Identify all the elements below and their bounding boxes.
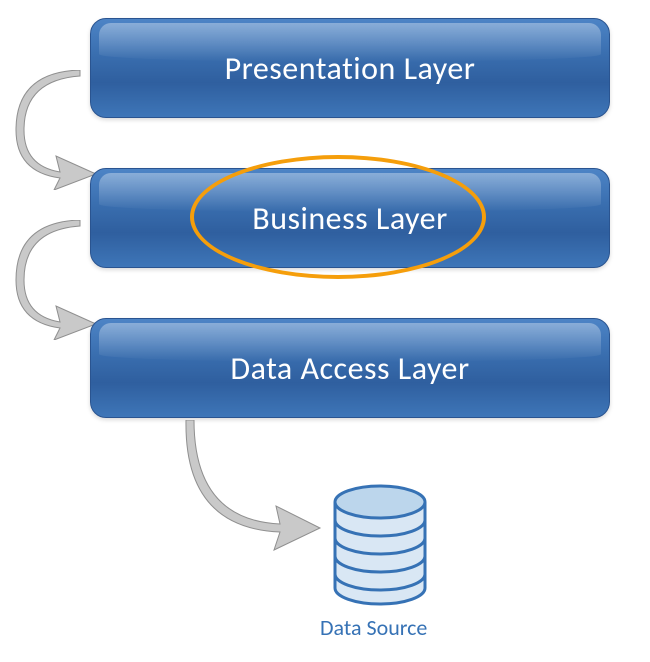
arrow-business-to-dataaccess bbox=[10, 220, 100, 340]
arrow-presentation-to-business bbox=[10, 70, 100, 190]
data-source-label: Data Source bbox=[320, 614, 427, 641]
presentation-layer-box: Presentation Layer bbox=[90, 18, 610, 118]
curved-arrow-icon bbox=[10, 220, 100, 340]
database-icon bbox=[325, 480, 435, 610]
presentation-layer-label: Presentation Layer bbox=[225, 49, 476, 88]
business-layer-label: Business Layer bbox=[252, 199, 447, 238]
arrow-dataaccess-to-datasource bbox=[170, 420, 330, 570]
architecture-diagram: Presentation Layer Business Layer Data A… bbox=[0, 0, 650, 662]
curved-arrow-icon bbox=[10, 70, 100, 190]
data-access-layer-label: Data Access Layer bbox=[230, 349, 469, 388]
data-access-layer-box: Data Access Layer bbox=[90, 318, 610, 418]
database-cylinder bbox=[325, 480, 435, 610]
business-layer-box: Business Layer bbox=[90, 168, 610, 268]
down-right-arrow-icon bbox=[170, 420, 330, 570]
